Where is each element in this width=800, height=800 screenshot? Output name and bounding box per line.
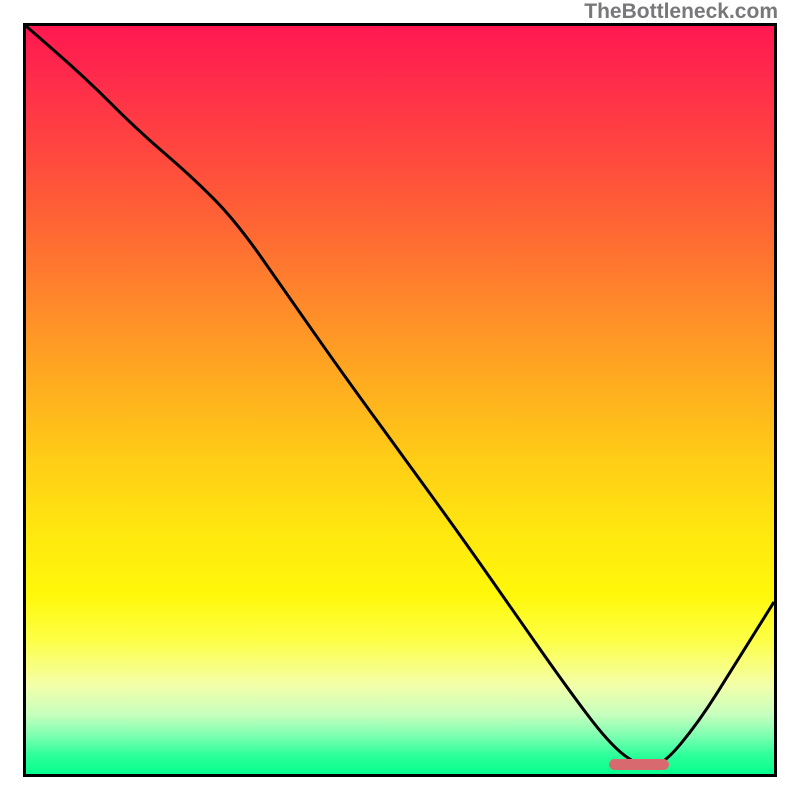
chart-frame: TheBottleneck.com bbox=[0, 0, 800, 800]
plot-area bbox=[23, 23, 777, 777]
optimal-range-marker bbox=[609, 759, 669, 770]
watermark-text: TheBottleneck.com bbox=[584, 0, 778, 24]
gradient-background bbox=[26, 26, 774, 774]
